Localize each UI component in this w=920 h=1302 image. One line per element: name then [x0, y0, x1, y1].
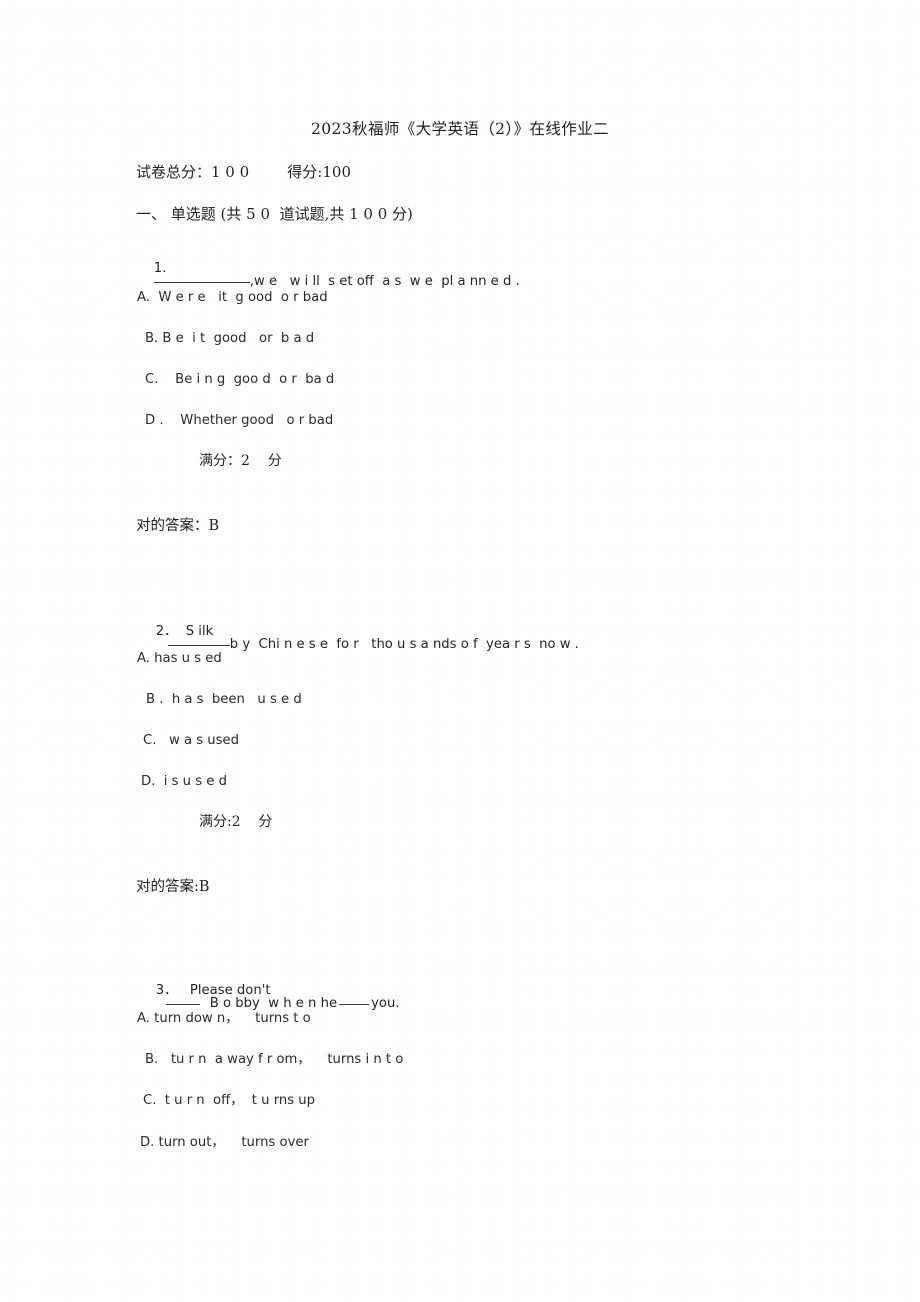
section-heading: 一、 单选题 (共 5 0 道试题,共 1 0 0 分) [136, 205, 413, 223]
question-2-option-d: D. i s u s e d [141, 774, 227, 789]
question-2-full-mark: 满分:2 分 [199, 814, 273, 830]
question-2-stem-tail: b y Chi n e s e fo r tho u s a nds o f y… [229, 637, 579, 653]
question-1-option-d: D . Whether good o r bad [145, 413, 334, 428]
question-3-option-c: C. t u r n off， t u rns up [143, 1093, 316, 1108]
question-3-stem-tail: you. [371, 996, 400, 1012]
question-1-full-mark: 满分：2 分 [199, 453, 282, 469]
question-3-option-d: D. turn out， turns over [140, 1135, 309, 1150]
question-1-option-a: A. W e r e it g ood o r bad [137, 290, 328, 305]
document-page: 2023秋福师《大学英语（2）》在线作业二 试卷总分：1 0 0 得分:100 … [0, 0, 920, 1302]
question-1-option-b: B. B e i t good or b a d [145, 331, 315, 346]
question-1-option-c: C. Be i n g goo d o r ba d [145, 372, 335, 387]
question-1-stem-tail: ,w e w i ll s et off a s w e pl a nn e d… [249, 274, 520, 290]
question-2-option-c: C. w a s used [143, 733, 240, 748]
question-3-option-b: B. tu r n a way f r om， turns i n t o [145, 1052, 404, 1067]
total-score-line: 试卷总分：1 0 0 得分:100 [136, 163, 351, 181]
question-2-number: 2． S ilk [155, 624, 214, 640]
question-2-blank [167, 645, 230, 647]
question-3-blank-1 [165, 1004, 200, 1006]
question-2-option-b: B . h a s been u s e d [146, 692, 302, 707]
question-3-option-a: A. turn dow n， turns t o [137, 1011, 311, 1026]
question-2-answer: 对的答案:B [136, 879, 210, 895]
page-title: 2023秋福师《大学英语（2）》在线作业二 [311, 120, 609, 138]
question-3-blank-2 [339, 1004, 370, 1006]
question-2-option-a: A. has u s ed [137, 651, 222, 666]
question-1-blank [153, 282, 250, 284]
question-1-answer: 对的答案：B [136, 518, 220, 534]
question-3-stem-mid: B o bby w h e n he [209, 996, 338, 1012]
question-1-number: 1. [153, 261, 167, 277]
